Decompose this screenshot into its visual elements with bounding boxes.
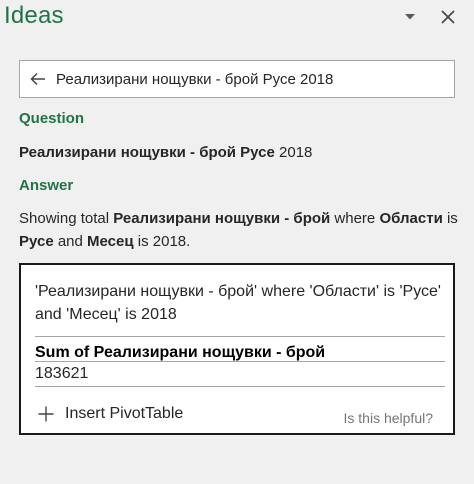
card-heading: Sum of Реализирани нощувки - брой (35, 344, 326, 361)
close-icon[interactable] (437, 6, 459, 28)
answer-text: Showing total Реализирани нощувки - брой… (19, 207, 459, 253)
search-query[interactable]: Реализирани нощувки - брой Русе 2018 (56, 71, 333, 88)
answer-part: is (442, 210, 458, 227)
divider (35, 336, 445, 337)
answer-measure: Реализирани нощувки - брой (113, 210, 331, 227)
question-text-bold: Реализирани нощувки - брой Русе (19, 144, 275, 161)
question-label: Question (19, 110, 85, 127)
insert-pivottable-label: Insert PivotTable (65, 405, 184, 422)
divider (35, 361, 445, 362)
chevron-down-icon[interactable] (399, 8, 421, 26)
search-box[interactable]: Реализирани нощувки - брой Русе 2018 (19, 60, 455, 98)
answer-field-area: Области (379, 210, 443, 227)
answer-part: and (53, 233, 88, 250)
question-text: Реализирани нощувки - брой Русе 2018 (19, 144, 312, 161)
question-text-rest: 2018 (274, 144, 313, 161)
arrow-left-icon[interactable] (20, 61, 56, 97)
pane-title: Ideas (4, 2, 64, 29)
answer-value-area: Русе (19, 233, 54, 250)
answer-part: Showing total (19, 210, 114, 227)
insert-pivottable-button[interactable]: Insert PivotTable (37, 405, 183, 423)
card-description: 'Реализирани нощувки - брой' where 'Обла… (35, 283, 441, 323)
divider (35, 386, 445, 387)
plus-icon (37, 405, 55, 423)
answer-part: where (330, 210, 380, 227)
answer-part: is 2018. (133, 233, 191, 250)
card-value: 183621 (35, 365, 89, 382)
answer-field-month: Месец (87, 233, 134, 250)
is-this-helpful-link[interactable]: Is this helpful? (344, 410, 434, 426)
answer-card: 'Реализирани нощувки - брой' where 'Обла… (19, 263, 455, 435)
answer-label: Answer (19, 177, 74, 194)
